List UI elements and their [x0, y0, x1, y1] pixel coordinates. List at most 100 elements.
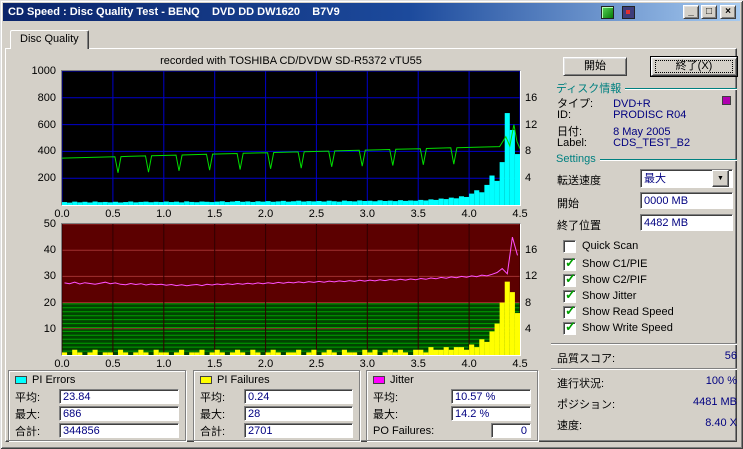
axis-tick-label: 20 [43, 296, 56, 309]
start-button-label: 開始 [584, 60, 606, 72]
stat-row: 最大: 28 [200, 406, 353, 421]
close-icon: × [725, 6, 731, 17]
pi-errors-color-swatch [15, 376, 27, 384]
titlebar-controls: _ □ × [601, 5, 736, 19]
stats-box-jitter: Jitter 平均: 10.57 % 最大: 14.2 % PO Failure… [366, 370, 538, 441]
start-button[interactable]: 開始 [563, 57, 627, 76]
axis-tick-label: 12 [525, 270, 538, 283]
axis-tick-label: 8 [525, 296, 532, 309]
jitter-chart-right-axis: 16 12 8 4 [523, 224, 547, 355]
stat-label: 平均: [15, 391, 41, 404]
checkbox-show-read-speed[interactable]: ✓ Show Read Speed [563, 303, 674, 319]
stop-button-label: 終了(X) [655, 60, 733, 73]
axis-tick-label: 16 [525, 91, 538, 104]
checkbox-show-c2-pif[interactable]: ✓ Show C2/PIF [563, 271, 647, 287]
check-icon: ✓ [565, 286, 576, 302]
disc-label-value: CDS_TEST_B2 [613, 137, 691, 149]
checkbox-show-c1-pie[interactable]: ✓ Show C1/PIE [563, 254, 648, 271]
transfer-speed-select[interactable]: 最大 ▼ [640, 169, 733, 188]
quality-score-row: 品質スコア: 56 [557, 350, 737, 365]
jitter-color-swatch [373, 376, 385, 384]
checkbox-show-jitter[interactable]: ✓ Show Jitter [563, 286, 636, 303]
end-position-field[interactable]: 4482 MB [640, 214, 733, 231]
disc-id-row: ID: PRODISC R04 [557, 109, 735, 122]
checkbox-label: Show Write Speed [582, 322, 673, 334]
stat-row: PO Failures: 0 [373, 423, 531, 438]
titlebar[interactable]: CD Speed : Disc Quality Test - BENQ DVD … [3, 3, 740, 21]
checkbox-label: Show C1/PIE [582, 258, 648, 270]
divider [551, 343, 737, 345]
checkbox-box[interactable]: ✓ [563, 254, 576, 271]
pie-chart-x-axis: 0.0 0.5 1.0 1.5 2.0 2.5 3.0 3.5 4.0 4.5 [54, 208, 527, 220]
checkbox-quick-scan[interactable]: ✓ Quick Scan [563, 239, 638, 253]
disc-info-section-header: ディスク情報 [556, 80, 737, 96]
quality-score-value: 56 [724, 350, 737, 362]
jitter-chart [61, 223, 521, 356]
section-divider [599, 158, 737, 161]
axis-tick-label: 16 [525, 244, 538, 257]
stat-label: PO Failures: [373, 424, 435, 437]
stat-label: 最大: [15, 408, 41, 421]
stat-row: 平均: 23.84 [15, 389, 179, 404]
po-failures-value: 0 [491, 423, 531, 438]
stat-row: 最大: 686 [15, 406, 179, 421]
speed-label: 速度: [557, 420, 583, 432]
checkbox-box[interactable]: ✓ [563, 271, 576, 287]
stats-box-pi-failures: PI Failures 平均: 0.24 最大: 28 合計: 2701 [193, 370, 360, 441]
checkbox-box[interactable]: ✓ [563, 286, 576, 303]
transfer-speed-text: 転送速度 [557, 175, 601, 187]
stat-label: 平均: [200, 391, 226, 404]
stats-box-pi-errors: PI Errors 平均: 23.84 最大: 686 合計: 344856 [8, 370, 186, 441]
axis-tick-label: 400 [37, 145, 56, 158]
chevron-down-icon[interactable]: ▼ [712, 170, 729, 187]
axis-tick-label: 600 [37, 118, 56, 131]
titlebar-green-app-icon[interactable] [601, 5, 614, 19]
disc-date-row: 日付: 8 May 2005 [557, 123, 735, 138]
pi-errors-chart [61, 70, 521, 206]
minimize-icon: _ [688, 6, 694, 17]
tab-label: Disc Quality [20, 33, 79, 45]
axis-tick-label: 8 [525, 145, 532, 158]
disc-type-color-swatch [722, 96, 731, 105]
disc-id-value: PRODISC R04 [613, 109, 687, 121]
tab-disc-quality[interactable]: Disc Quality [10, 30, 89, 49]
axis-tick-label: 4.5 [512, 358, 528, 370]
stat-row: 最大: 14.2 % [373, 406, 531, 421]
axis-tick-label: 4.5 [512, 208, 528, 220]
checkbox-box[interactable]: ✓ [563, 319, 576, 335]
progress-value: 100 % [705, 375, 737, 387]
maximize-button[interactable]: □ [701, 5, 717, 19]
disc-label-label: Label: [557, 137, 587, 149]
stats-box-title: Jitter [390, 374, 414, 386]
close-button[interactable]: × [720, 5, 736, 19]
axis-tick-label: 3.5 [410, 208, 426, 220]
axis-tick-label: 3.5 [410, 358, 426, 370]
app-window: CD Speed : Disc Quality Test - BENQ DVD … [0, 0, 743, 449]
start-position-field[interactable]: 0000 MB [640, 192, 733, 209]
axis-tick-label: 2.5 [308, 208, 325, 220]
checkbox-box[interactable]: ✓ [563, 239, 576, 253]
titlebar-purple-app-icon[interactable] [622, 5, 635, 19]
stop-button[interactable]: 終了(X) [651, 57, 737, 76]
axis-tick-label: 12 [525, 118, 538, 131]
check-icon: ✓ [565, 254, 576, 270]
axis-tick-label: 50 [43, 218, 56, 230]
axis-tick-label: 3.0 [359, 208, 375, 220]
divider [551, 368, 737, 370]
axis-tick-label: 1.5 [207, 208, 223, 220]
disc-type-row: タイプ: DVD+R [557, 95, 735, 110]
axis-tick-label: 2.0 [257, 208, 274, 220]
axis-tick-label: 1.5 [207, 358, 223, 370]
minimize-button[interactable]: _ [683, 5, 699, 19]
pi-errors-total-value: 344856 [59, 423, 179, 438]
disc-label-row: Label: CDS_TEST_B2 [557, 137, 735, 150]
axis-tick-label: 1.0 [156, 358, 172, 370]
checkbox-label: Quick Scan [582, 240, 639, 252]
axis-tick-label: 40 [43, 244, 56, 257]
disc-info-header-label: ディスク情報 [556, 83, 622, 95]
pi-failures-total-value: 2701 [244, 423, 353, 438]
checkbox-show-write-speed[interactable]: ✓ Show Write Speed [563, 319, 673, 335]
axis-tick-label: 0.5 [105, 358, 121, 370]
checkbox-box[interactable]: ✓ [563, 303, 576, 319]
settings-header-label: Settings [556, 153, 596, 165]
